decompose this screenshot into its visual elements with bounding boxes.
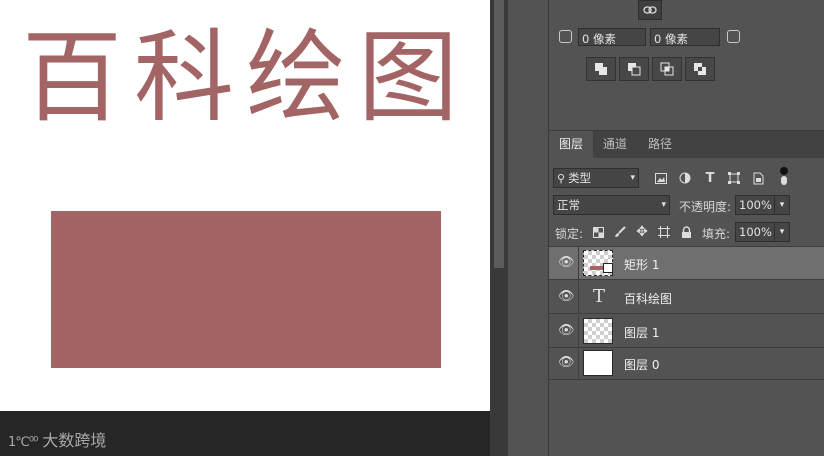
eye-icon[interactable]: 👁 (558, 290, 575, 304)
corner-bottom-left-icon[interactable] (559, 30, 572, 43)
opacity-dropdown[interactable]: ▾ (774, 195, 790, 215)
corner-left-field[interactable]: 0 像素 (578, 28, 646, 46)
layer-name[interactable]: 图层 1 (624, 324, 659, 341)
layer-row-separator (578, 247, 579, 279)
layer-name[interactable]: 矩形 1 (624, 256, 659, 273)
canvas-rectangle-shape[interactable] (51, 211, 441, 368)
shape-filter-icon[interactable] (726, 170, 742, 186)
chevron-down-icon: ▾ (630, 173, 635, 183)
layer-thumbnail-white (583, 350, 613, 376)
lock-label: 锁定: (555, 227, 584, 241)
watermark-logo: 1℃⁰⁰ 大数跨境 (8, 427, 106, 451)
text-layer-icon: T (592, 286, 605, 307)
eye-icon[interactable]: 👁 (558, 356, 575, 370)
layer-name[interactable]: 百科绘图 (624, 290, 672, 307)
adjustment-filter-icon[interactable] (677, 170, 693, 186)
layer-filter-select[interactable]: ⚲ 类型 ▾ (553, 168, 639, 188)
intersect-icon[interactable] (652, 57, 682, 81)
watermark-text: 大数跨境 (42, 431, 107, 450)
chevron-down-icon: ▾ (779, 227, 785, 237)
scrollbar-thumb[interactable] (494, 0, 504, 268)
exclude-overlap-icon[interactable] (685, 57, 715, 81)
lock-position-icon[interactable]: ✥ (634, 224, 650, 240)
blend-mode-value: 正常 (557, 198, 580, 212)
filter-toggle-icon[interactable] (779, 166, 789, 186)
layer-thumbnail-transparent (583, 318, 613, 344)
layer-row-layer0[interactable]: 👁 图层 0 (549, 347, 824, 380)
eye-icon[interactable]: 👁 (558, 256, 575, 270)
fill-field[interactable]: 100% (735, 222, 775, 242)
fill-dropdown[interactable]: ▾ (774, 222, 790, 242)
image-filter-icon[interactable] (653, 170, 669, 186)
corner-right-field[interactable]: 0 像素 (650, 28, 720, 46)
tab-layers[interactable]: 图层 (549, 131, 593, 158)
lock-paint-icon[interactable] (612, 224, 628, 240)
opacity-label: 不透明度: (679, 200, 732, 214)
lock-transparency-icon[interactable] (590, 224, 606, 240)
layer-row-separator (578, 281, 579, 313)
tab-paths[interactable]: 路径 (640, 131, 680, 158)
layer-thumbnail-shape (583, 250, 613, 276)
lock-all-icon[interactable] (678, 224, 694, 240)
panel-gutter (508, 0, 549, 456)
tab-channels[interactable]: 通道 (595, 131, 635, 158)
search-icon: ⚲ (557, 171, 566, 185)
eye-icon[interactable]: 👁 (558, 324, 575, 338)
opacity-field[interactable]: 100% (735, 195, 775, 215)
layer-row-separator (578, 347, 579, 379)
layer-row-text[interactable]: 👁 T 百科绘图 (549, 281, 824, 314)
blend-mode-select[interactable]: 正常 ▾ (553, 195, 670, 215)
type-filter-icon[interactable]: T (702, 170, 718, 186)
watermark-mark: 1℃⁰⁰ (8, 435, 38, 450)
chevron-down-icon: ▾ (661, 200, 666, 210)
link-icon[interactable] (638, 0, 662, 20)
layer-row-separator (578, 315, 579, 347)
canvas-title-text: 百科绘图 (22, 19, 470, 136)
layer-row-rect1[interactable]: 👁 矩形 1 (549, 247, 824, 280)
fill-label: 填充: (702, 227, 731, 241)
layer-row-layer1[interactable]: 👁 图层 1 (549, 315, 824, 348)
layer-filter-label: 类型 (568, 171, 592, 185)
corner-bottom-right-icon[interactable] (727, 30, 740, 43)
chevron-down-icon: ▾ (779, 200, 785, 210)
layer-name[interactable]: 图层 0 (624, 356, 659, 373)
lock-artboard-icon[interactable] (656, 224, 672, 240)
smart-object-filter-icon[interactable] (750, 170, 766, 186)
combine-shapes-icon[interactable] (586, 57, 616, 81)
subtract-front-icon[interactable] (619, 57, 649, 81)
